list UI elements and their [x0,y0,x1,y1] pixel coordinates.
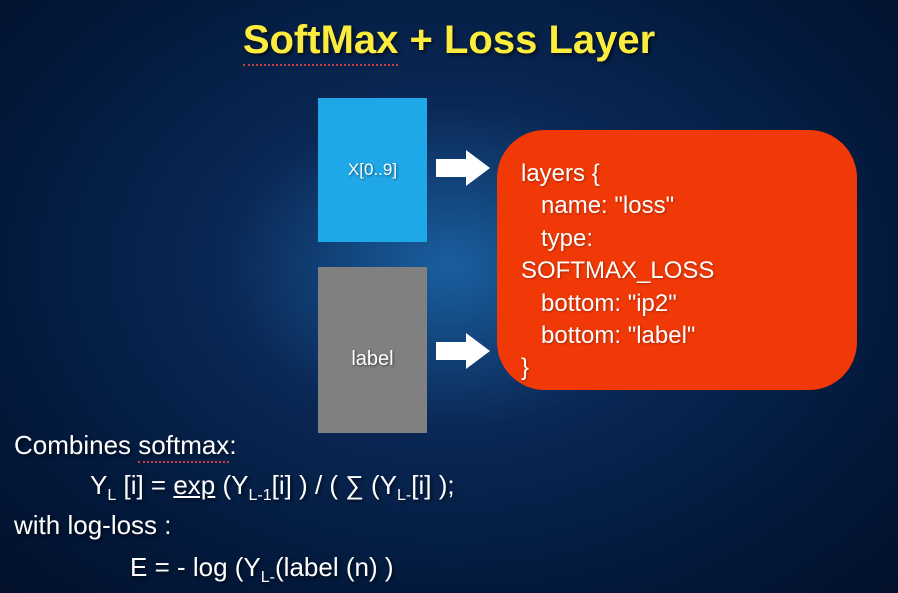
code-l4: SOFTMAX_LOSS [521,255,837,287]
code-l2: name: "loss" [521,190,837,222]
combines-softmax: softmax [138,430,229,463]
arrow-label-to-code [436,333,490,369]
code-l1: layers { [521,158,837,190]
code-l6: bottom: "label" [521,320,837,352]
title-part1: SoftMax [243,18,399,66]
combines-prefix: Combines [14,430,138,460]
box-label-text: label [351,348,393,371]
box-x: X[0..9] [318,98,427,242]
arrow-x-to-code [436,150,490,186]
formula-logloss: E = - log (YL-(label (n) ) [130,552,394,587]
combines-line: Combines softmax: [14,430,237,463]
code-box: layers { name: "loss" type: SOFTMAX_LOSS… [497,130,857,390]
box-x-label: X[0..9] [348,160,397,180]
code-l5: bottom: "ip2" [521,288,837,320]
slide-title: SoftMax + Loss Layer [0,18,898,66]
code-l3: type: [521,223,837,255]
box-label: label [318,267,427,433]
code-l7: } [521,352,837,384]
title-part2: + Loss Layer [398,18,655,62]
formula-softmax: YL [i] = exp (YL-1[i] ) / ( ∑ (YL-[i] ); [90,470,455,505]
combines-suffix: : [229,430,236,460]
with-log-loss-line: with log-loss : [14,510,172,541]
